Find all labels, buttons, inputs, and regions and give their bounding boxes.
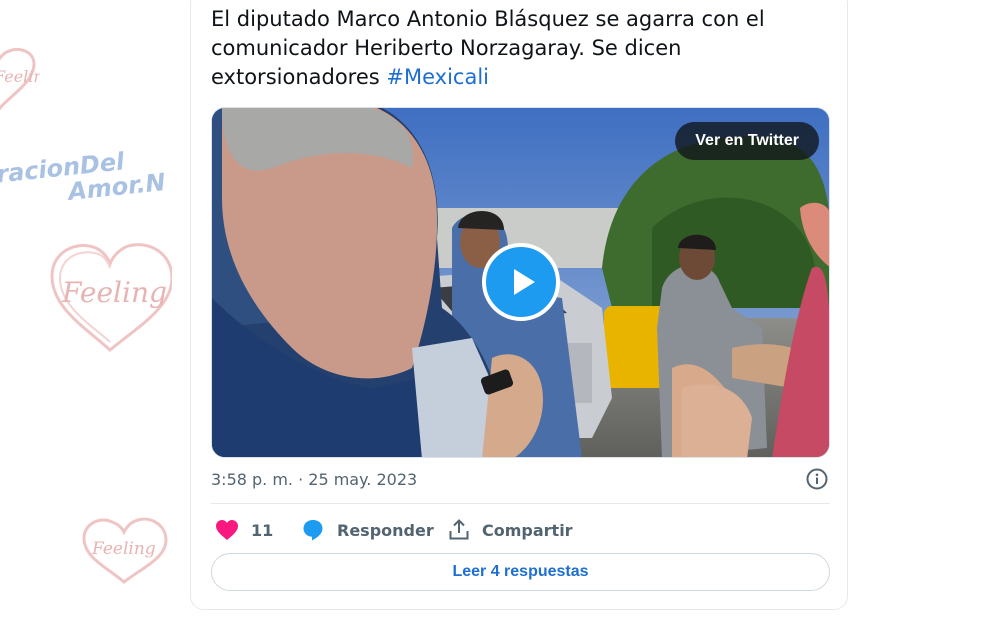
tweet-meta: 3:58 p. m. · 25 may. 2023 — [211, 468, 830, 492]
tweet-card: El diputado Marco Antonio Blásquez se ag… — [190, 0, 848, 610]
heart-watermark-icon: Feeling — [0, 48, 40, 111]
like-count: 11 — [251, 520, 274, 540]
play-button[interactable] — [482, 243, 560, 321]
reply-button[interactable]: Responder — [301, 513, 434, 547]
read-replies-button[interactable]: Leer 4 respuestas — [211, 553, 830, 591]
share-label: Compartir — [482, 520, 573, 540]
tweet-actions: 11 Responder Compartir — [211, 513, 830, 547]
hashtag-link[interactable]: #Mexicali — [386, 65, 489, 89]
heart-label: Feeling — [0, 67, 40, 86]
watch-on-twitter-button[interactable]: Ver en Twitter — [675, 122, 819, 160]
heart-watermark-icon: Feeling — [82, 517, 168, 584]
heart-icon — [216, 520, 238, 540]
background-decoration: Feeling racionDel Amor.N Feeling Feeling — [0, 0, 172, 635]
heart-label: Feeling — [91, 539, 156, 559]
tweet-timestamp[interactable]: 3:58 p. m. · 25 may. 2023 — [211, 470, 417, 489]
info-icon[interactable] — [806, 468, 828, 495]
heart-watermark-icon: Feeling — [50, 243, 172, 352]
play-icon — [514, 269, 535, 295]
tweet-text: El diputado Marco Antonio Blásquez se ag… — [211, 5, 831, 92]
like-button[interactable]: 11 — [215, 513, 273, 547]
divider — [211, 503, 830, 504]
page: Feeling racionDel Amor.N Feeling Feeling… — [0, 0, 994, 635]
video-player[interactable]: Ver en Twitter — [211, 107, 830, 458]
share-button[interactable]: Compartir — [448, 513, 573, 547]
reply-label: Responder — [337, 520, 434, 540]
heart-label: Feeling — [61, 276, 167, 309]
share-icon — [449, 519, 469, 540]
reply-bubble-icon — [303, 520, 323, 541]
